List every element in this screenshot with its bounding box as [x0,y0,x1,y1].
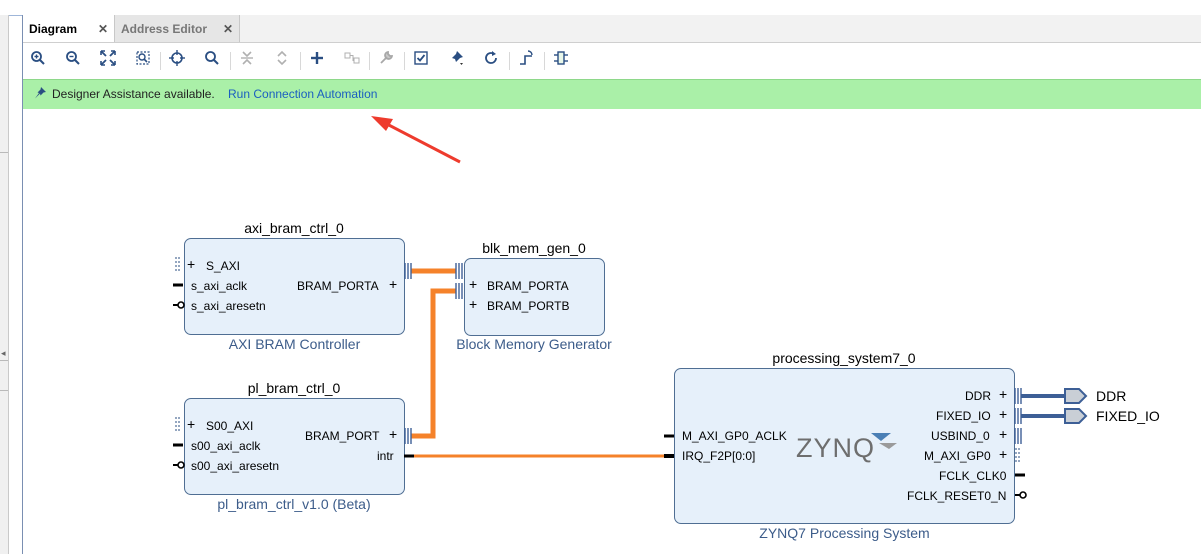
collapse-all-icon[interactable] [239,50,261,72]
port-bram-porta-out: BRAM_PORTA [297,279,379,293]
port-s-axi-aclk: s_axi_aclk [191,279,248,293]
search-icon[interactable] [204,50,226,72]
port-s-axi-aresetn: s_axi_aresetn [191,299,266,313]
port-intr: intr [377,449,394,463]
axi-bram-ctrl-type: AXI BRAM Controller [228,336,361,352]
ps7-right-pins [1014,388,1027,499]
tab-address-editor[interactable]: Address Editor ✕ [115,15,240,42]
ddr-port-shape [1064,388,1088,404]
port-m-axi-gp0-aclk: M_AXI_GP0_ACLK [682,429,787,443]
expand-port-icon[interactable]: + [389,427,397,441]
intr-pin [404,454,414,458]
zoom-out-icon[interactable] [65,50,87,72]
diagram-toolbar [23,43,1201,79]
expand-port-icon[interactable]: + [999,407,1007,421]
pl-bram-ctrl-type: pl_bram_ctrl_v1.0 (Beta) [217,496,371,512]
annotation-arrow-shaft [382,120,461,164]
bram-porta-pin [404,263,412,279]
expand-port-icon[interactable]: + [999,387,1007,401]
expand-port-icon[interactable]: + [469,277,477,291]
ps7-type: ZYNQ7 Processing System [759,525,930,541]
designer-assistance-bar: Designer Assistance available. Run Conne… [23,79,1201,109]
external-port-fixed-io[interactable]: FIXED_IO [1096,408,1160,424]
tab-address-editor-label: Address Editor [121,21,208,36]
bram-port-pin [404,428,412,444]
annotation-arrow-head [371,116,393,131]
zoom-area-icon[interactable] [135,50,157,72]
collapse-handle-icon[interactable]: ◂ [1,348,6,359]
add-ip-icon[interactable] [309,50,331,72]
left-side-panel-edge: ◂ [0,15,9,554]
port-irq-f2p: IRQ_F2P[0:0] [682,449,756,463]
block-design-panel: Diagram ✕ Address Editor ✕ Designer Assi… [22,15,1201,554]
close-icon[interactable]: ✕ [223,23,233,35]
axi-bram-ctrl-instance-name: axi_bram_ctrl_0 [244,220,344,236]
diagram-canvas[interactable]: axi_bram_ctrl_0 + S_AXI s_axi_aclk s_axi… [23,109,1201,554]
tab-diagram[interactable]: Diagram ✕ [23,15,115,42]
blk-mem-gen-instance-name: blk_mem_gen_0 [482,240,586,256]
close-icon[interactable]: ✕ [98,23,108,35]
port-m-axi-gp0: M_AXI_GP0 [924,449,991,463]
tab-bar: Diagram ✕ Address Editor ✕ [23,15,1201,43]
port-bram-port-out: BRAM_PORT [305,429,380,443]
port-bram-porta-in: BRAM_PORTA [487,279,569,293]
properties-icon[interactable] [378,50,400,72]
regenerate-layout-icon[interactable] [518,50,540,72]
ps7-instance-name: processing_system7_0 [772,350,916,366]
validate-icon[interactable] [413,50,435,72]
zoom-in-icon[interactable] [30,50,52,72]
expand-port-icon[interactable]: + [187,257,195,271]
port-usbind-0: USBIND_0 [931,429,990,443]
port-fclk-reset0-n: FCLK_RESET0_N [907,489,1007,503]
center-icon[interactable] [169,50,191,72]
port-s00-axi-aresetn: s00_axi_aresetn [191,459,280,473]
expand-port-icon[interactable]: + [999,427,1007,441]
designer-assistance-icon [35,87,46,99]
assistance-message: Designer Assistance available. [52,87,215,101]
fixed-io-port-shape [1064,408,1088,424]
bram-portb-net [411,288,456,439]
expand-all-icon[interactable] [274,50,296,72]
ps7-left-pins [664,434,674,458]
window-top-border [0,0,1201,16]
zynq-logo: ZYNQ [796,433,876,463]
port-fixed-io: FIXED_IO [936,409,991,423]
tab-diagram-label: Diagram [29,21,78,36]
blk-mem-gen-block[interactable] [464,258,605,336]
zynq-logo-mark [871,433,897,449]
pin-icon[interactable] [448,50,470,72]
blk-mem-pins [455,263,463,299]
port-fclk-clk0: FCLK_CLK0 [939,469,1007,483]
run-connection-automation-link[interactable]: Run Connection Automation [228,87,377,101]
expand-port-icon[interactable]: + [187,417,195,431]
refresh-icon[interactable] [483,50,505,72]
port-s00-axi: S00_AXI [206,419,254,433]
expand-port-icon[interactable]: + [469,297,477,311]
blk-mem-gen-type: Block Memory Generator [456,336,612,352]
zoom-fit-icon[interactable] [100,50,122,72]
pl-bram-ctrl-instance-name: pl_bram_ctrl_0 [247,380,341,396]
port-s-axi: S_AXI [206,259,241,273]
optimize-routing-icon[interactable] [553,50,575,72]
make-connection-icon[interactable] [344,50,366,72]
external-port-ddr[interactable]: DDR [1096,388,1126,404]
expand-port-icon[interactable]: + [999,447,1007,461]
port-bram-portb-in: BRAM_PORTB [487,299,570,313]
port-ddr: DDR [965,389,991,403]
expand-port-icon[interactable]: + [389,277,397,291]
port-s00-axi-aclk: s00_axi_aclk [191,439,261,453]
